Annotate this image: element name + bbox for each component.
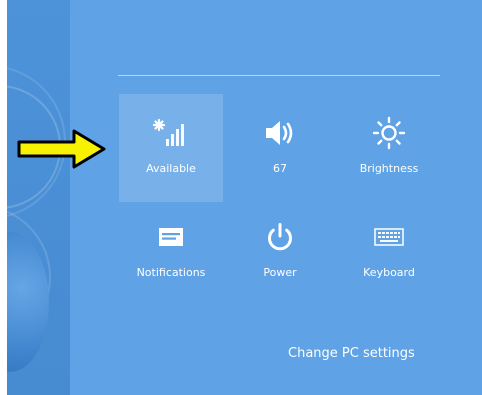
notifications-label: Notifications — [136, 266, 206, 279]
power-label: Power — [263, 266, 297, 279]
sun-icon — [337, 116, 441, 150]
yellow-arrow-icon — [17, 129, 106, 169]
brightness-label: Brightness — [359, 162, 419, 175]
settings-screen: Available 67 Brightness Notifications Po… — [7, 0, 482, 395]
left-desktop-strip — [7, 0, 70, 395]
keyboard-tile[interactable]: Keyboard — [337, 198, 441, 306]
volume-label: 67 — [273, 162, 287, 175]
power-tile[interactable]: Power — [228, 198, 332, 306]
notifications-icon — [119, 220, 223, 254]
panel-divider — [118, 75, 440, 76]
keyboard-icon — [337, 220, 441, 254]
network-tile[interactable]: Available — [119, 94, 223, 202]
volume-tile[interactable]: 67 — [228, 94, 332, 202]
brightness-tile[interactable]: Brightness — [337, 94, 441, 202]
keyboard-label: Keyboard — [363, 266, 415, 279]
change-pc-settings-link[interactable]: Change PC settings — [288, 346, 415, 361]
network-label: Available — [146, 162, 196, 175]
power-icon — [228, 220, 332, 254]
speaker-icon — [228, 116, 332, 150]
wifi-signal-icon — [119, 116, 223, 150]
notifications-tile[interactable]: Notifications — [119, 198, 223, 306]
